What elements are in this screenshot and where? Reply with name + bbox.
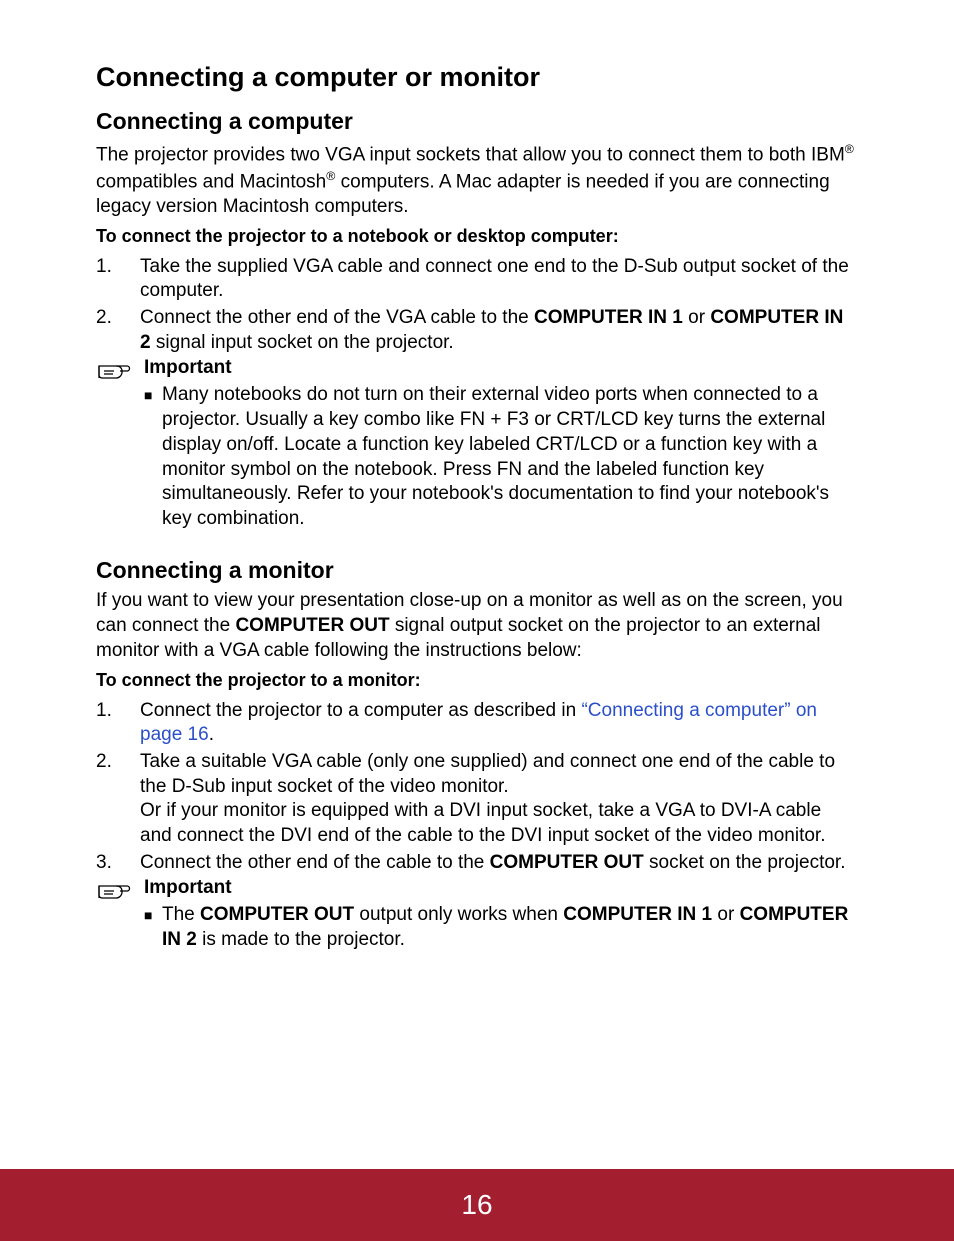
list-item: 1. Connect the projector to a computer a…	[96, 699, 858, 748]
bullet-item: ■ The COMPUTER OUT output only works whe…	[144, 903, 858, 952]
text-bold: COMPUTER OUT	[490, 852, 644, 873]
text: or	[712, 904, 739, 925]
text: Connect the other end of the cable to th…	[140, 852, 490, 873]
monitor-steps-list: 1. Connect the projector to a computer a…	[96, 699, 858, 876]
document-page: Connecting a computer or monitor Connect…	[0, 0, 954, 1241]
list-item: 3. Connect the other end of the cable to…	[96, 851, 858, 876]
text: or	[683, 307, 710, 328]
bullet-item: ■ Many notebooks do not turn on their ex…	[144, 383, 858, 531]
text: compatibles and Macintosh	[96, 171, 326, 192]
section-heading-monitor: Connecting a monitor	[96, 556, 858, 586]
registered-mark: ®	[326, 169, 335, 183]
step-text: Take a suitable VGA cable (only one supp…	[140, 750, 858, 849]
important-content: Important ■ Many notebooks do not turn o…	[144, 357, 858, 531]
step-number: 1.	[96, 699, 140, 724]
text: socket on the projector.	[644, 852, 846, 873]
important-text: Many notebooks do not turn on their exte…	[162, 383, 858, 531]
step-number: 1.	[96, 255, 140, 280]
page-number: 16	[461, 1189, 492, 1220]
step-text: Connect the other end of the cable to th…	[140, 851, 858, 876]
text: The	[162, 904, 200, 925]
important-content: Important ■ The COMPUTER OUT output only…	[144, 877, 858, 952]
step-number: 2.	[96, 306, 140, 331]
important-label: Important	[144, 357, 858, 379]
page-footer: 16	[0, 1169, 954, 1241]
list-item: 2. Take a suitable VGA cable (only one s…	[96, 750, 858, 849]
section-heading-computer: Connecting a computer	[96, 107, 858, 137]
step-number: 2.	[96, 750, 140, 775]
step-text: Connect the projector to a computer as d…	[140, 699, 858, 748]
text: Connect the projector to a computer as d…	[140, 700, 581, 721]
text-bold: COMPUTER IN 1	[534, 307, 683, 328]
page-title: Connecting a computer or monitor	[96, 60, 858, 95]
square-bullet-icon: ■	[144, 385, 162, 403]
monitor-intro-paragraph: If you want to view your presentation cl…	[96, 589, 858, 663]
important-text: The COMPUTER OUT output only works when …	[162, 903, 858, 952]
monitor-howto-heading: To connect the projector to a monitor:	[96, 670, 858, 691]
text: The projector provides two VGA input soc…	[96, 144, 845, 165]
text: output only works when	[354, 904, 563, 925]
pointing-hand-icon	[96, 357, 144, 386]
important-label: Important	[144, 877, 858, 899]
step-text: Connect the other end of the VGA cable t…	[140, 306, 858, 355]
list-item: 2. Connect the other end of the VGA cabl…	[96, 306, 858, 355]
important-note-computer: Important ■ Many notebooks do not turn o…	[96, 357, 858, 531]
text-bold: COMPUTER OUT	[235, 615, 389, 636]
computer-steps-list: 1. Take the supplied VGA cable and conne…	[96, 255, 858, 356]
computer-intro-paragraph: The projector provides two VGA input soc…	[96, 141, 858, 220]
computer-howto-heading: To connect the projector to a notebook o…	[96, 226, 858, 247]
important-note-monitor: Important ■ The COMPUTER OUT output only…	[96, 877, 858, 952]
pointing-hand-icon	[96, 877, 144, 906]
text-bold: COMPUTER OUT	[200, 904, 354, 925]
list-item: 1. Take the supplied VGA cable and conne…	[96, 255, 858, 304]
step-text: Take the supplied VGA cable and connect …	[140, 255, 858, 304]
text: .	[209, 724, 214, 745]
text-bold: COMPUTER IN 1	[563, 904, 712, 925]
text: Connect the other end of the VGA cable t…	[140, 307, 534, 328]
step-number: 3.	[96, 851, 140, 876]
square-bullet-icon: ■	[144, 905, 162, 923]
registered-mark: ®	[845, 142, 854, 156]
text: signal input socket on the projector.	[151, 332, 454, 353]
text: is made to the projector.	[197, 929, 405, 950]
